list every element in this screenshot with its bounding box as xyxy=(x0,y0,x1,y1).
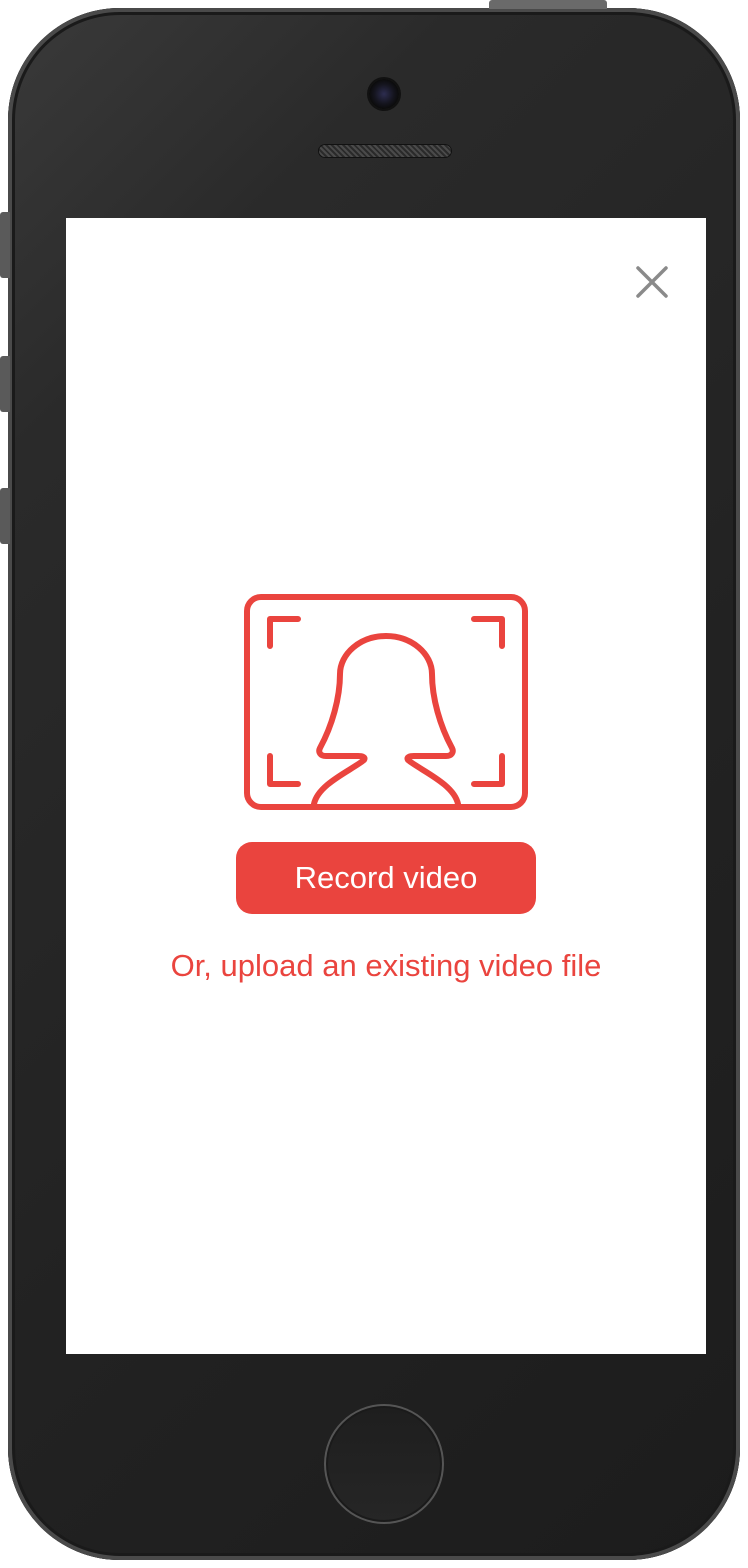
mute-switch xyxy=(0,212,10,278)
close-icon xyxy=(636,266,668,298)
home-button[interactable] xyxy=(324,1404,444,1524)
close-button[interactable] xyxy=(632,262,672,302)
front-camera xyxy=(369,79,399,109)
earpiece-speaker xyxy=(318,144,452,158)
screen: Record video Or, upload an existing vide… xyxy=(66,218,706,1354)
volume-up-button xyxy=(0,356,10,412)
record-video-button[interactable]: Record video xyxy=(236,842,536,914)
video-portrait-frame-icon xyxy=(244,594,528,810)
volume-down-button xyxy=(0,488,10,544)
power-button xyxy=(489,0,607,9)
upload-existing-video-link[interactable]: Or, upload an existing video file xyxy=(66,946,706,986)
phone-frame: Record video Or, upload an existing vide… xyxy=(0,0,740,1560)
